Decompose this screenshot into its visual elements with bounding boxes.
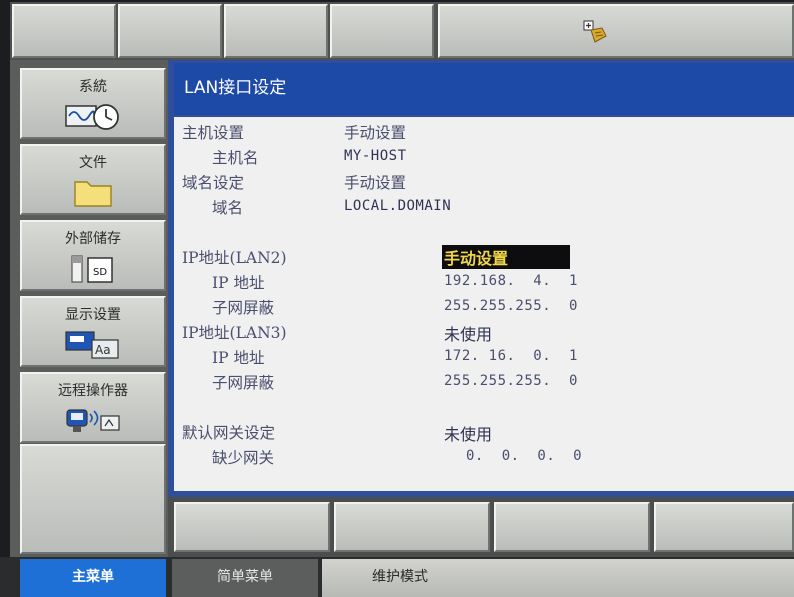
function-key-4[interactable] [654, 502, 794, 552]
function-key-1[interactable] [174, 502, 330, 552]
display-text-icon: Aa [65, 331, 119, 359]
lan3-ip-label: IP 地址 [212, 349, 265, 367]
toolbar-button-1[interactable] [12, 4, 116, 58]
lan3-label: IP地址(LAN3) [182, 324, 287, 342]
settings-content: 主机设置 手动设置 主机名 MY-HOST 域名设定 手动设置 域名 LOCAL… [174, 117, 794, 491]
lan2-ip-label: IP 地址 [212, 274, 265, 292]
puzzle-plugin-icon[interactable] [582, 20, 608, 44]
toolbar-button-2[interactable] [118, 4, 222, 58]
sidebar-item-file[interactable]: 文件 [20, 144, 166, 215]
toolbar-button-5[interactable] [438, 4, 794, 58]
sidebar-item-label: 显示设置 [65, 307, 121, 323]
default-gateway-value[interactable]: 0. 0. 0. 0 [466, 448, 582, 464]
lan2-mask-value[interactable]: 255.255.255. 0 [444, 298, 578, 314]
default-gateway-label: 缺少网关 [212, 449, 275, 467]
tab-simple-menu[interactable]: 简单菜单 [172, 559, 318, 597]
sidebar-item-label: 文件 [79, 155, 107, 171]
sidebar-item-label: 系統 [79, 79, 107, 95]
lan2-mask-label: 子网屏蔽 [212, 299, 275, 317]
page-title: LAN接口设定 [184, 78, 287, 98]
bottom-tab-bar: 主菜单 简单菜单 维护模式 [0, 557, 794, 597]
gateway-mode-value[interactable]: 未使用 [444, 421, 492, 445]
tab-main-menu[interactable]: 主菜单 [20, 559, 166, 597]
host-setting-value[interactable]: 手动设置 [344, 121, 406, 143]
toolbar-button-4[interactable] [330, 4, 434, 58]
folder-icon [74, 181, 112, 207]
remote-pendant-icon [66, 409, 120, 432]
sidebar-empty-slot [20, 444, 166, 554]
function-key-2[interactable] [334, 502, 490, 552]
lan2-mode-value[interactable]: 手动设置 [442, 245, 571, 269]
function-key-bar [168, 497, 794, 557]
svg-text:Aa: Aa [95, 343, 111, 357]
domain-setting-label: 域名设定 [182, 174, 245, 192]
title-bar: LAN接口设定 [174, 63, 794, 115]
svg-text:SD: SD [93, 267, 107, 278]
sidebar-item-display-settings[interactable]: 显示设置 Aa [20, 296, 166, 367]
lan3-mask-label: 子网屏蔽 [212, 374, 275, 392]
host-setting-label: 主机设置 [182, 124, 245, 142]
sidebar: 系統 文件 外部储存 SD 显示设置 Aa 远程操作器 [10, 60, 168, 557]
domain-name-label: 域名 [212, 199, 244, 217]
domain-setting-value[interactable]: 手动设置 [344, 171, 406, 193]
lan3-mode-value[interactable]: 未使用 [444, 321, 492, 345]
lan2-label: IP地址(LAN2) [182, 249, 287, 267]
sidebar-item-label: 远程操作器 [58, 383, 128, 399]
lan3-mask-value[interactable]: 255.255.255. 0 [444, 373, 578, 389]
top-toolbar [10, 2, 794, 60]
host-name-label: 主机名 [212, 149, 259, 167]
domain-name-value[interactable]: LOCAL.DOMAIN [344, 198, 451, 214]
gateway-label: 默认网关设定 [182, 424, 276, 442]
lan2-ip-value[interactable]: 192.168. 4. 1 [444, 273, 578, 289]
toolbar-button-3[interactable] [224, 4, 328, 58]
function-key-3[interactable] [494, 502, 650, 552]
sidebar-item-system[interactable]: 系統 [20, 68, 166, 139]
lan-settings-panel: LAN接口设定 主机设置 手动设置 主机名 MY-HOST 域名设定 手动设置 … [168, 60, 794, 497]
sd-card-icon: SD [71, 255, 113, 283]
sidebar-item-remote-operator[interactable]: 远程操作器 [20, 372, 166, 443]
maintenance-mode-status: 维护模式 [322, 559, 794, 597]
sidebar-item-label: 外部储存 [65, 231, 121, 247]
host-name-value[interactable]: MY-HOST [344, 148, 407, 164]
sidebar-item-external-storage[interactable]: 外部储存 SD [20, 220, 166, 291]
lan3-ip-value[interactable]: 172. 16. 0. 1 [444, 348, 578, 364]
waveform-clock-icon [65, 104, 119, 130]
